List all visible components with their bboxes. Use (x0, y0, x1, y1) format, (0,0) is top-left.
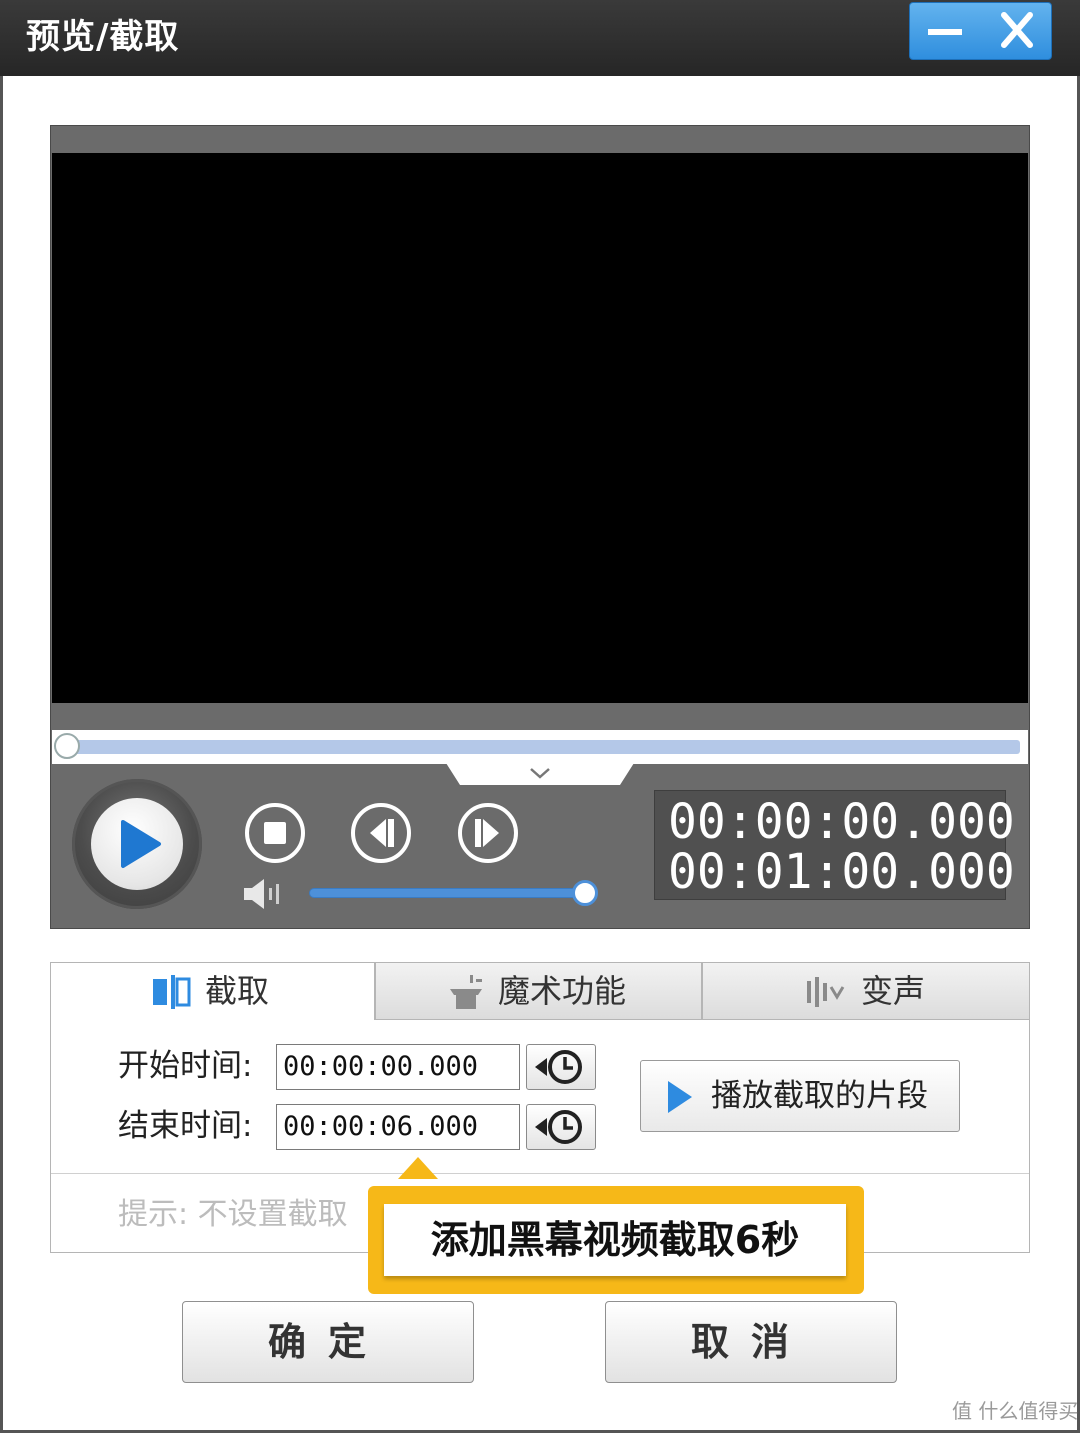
set-end-time-button[interactable] (526, 1104, 596, 1150)
panel-divider (51, 1173, 1029, 1174)
volume-icon[interactable] (242, 876, 292, 912)
tooltip-arrow (398, 1157, 438, 1179)
tab-magic-label: 魔术功能 (498, 972, 627, 1010)
tab-cut-label: 截取 (205, 972, 270, 1010)
volume-slider[interactable] (309, 888, 587, 898)
video-display[interactable] (52, 153, 1028, 703)
hint-text: 提示: 不设置截取 (118, 1197, 348, 1232)
play-icon (121, 820, 161, 868)
tooltip-text: 添加黑幕视频截取6秒 (430, 1218, 800, 1262)
progress-handle[interactable] (54, 733, 80, 759)
next-frame-icon (458, 803, 518, 863)
watermark: 值 什么值得买 (952, 1399, 1079, 1423)
total-time: 00:01:00.000 (668, 844, 1015, 900)
previous-frame-button[interactable] (350, 802, 412, 864)
window-controls (909, 2, 1052, 60)
volume-handle[interactable] (572, 880, 598, 906)
stop-icon (245, 803, 305, 863)
clock-back-icon (535, 1050, 582, 1084)
close-button[interactable] (982, 3, 1052, 59)
ok-button[interactable]: 确定 (182, 1301, 474, 1383)
stop-button[interactable] (244, 802, 306, 864)
progress-track[interactable] (58, 740, 1020, 754)
play-clip-label: 播放截取的片段 (711, 1078, 928, 1114)
clock-back-icon (535, 1110, 582, 1144)
tab-voice-change-label: 变声 (861, 972, 926, 1010)
next-frame-button[interactable] (457, 802, 519, 864)
tab-voice-change[interactable]: 变声 (702, 962, 1030, 1020)
previous-frame-icon (351, 803, 411, 863)
start-time-label: 开始时间: (118, 1048, 253, 1084)
start-time-input[interactable]: 00:00:00.000 (276, 1044, 520, 1090)
current-time: 00:00:00.000 (668, 794, 1015, 850)
cut-icon (153, 975, 191, 1009)
magic-hat-icon (450, 975, 482, 1009)
close-icon (1001, 12, 1033, 48)
cancel-button[interactable]: 取消 (605, 1301, 897, 1383)
collapse-notch[interactable] (446, 763, 634, 785)
minimize-icon (928, 29, 962, 35)
sound-wave-icon (807, 977, 845, 1007)
play-icon (668, 1081, 692, 1113)
end-time-input[interactable]: 00:00:06.000 (276, 1104, 520, 1150)
window-title: 预览/截取 (26, 17, 180, 57)
set-start-time-button[interactable] (526, 1044, 596, 1090)
minimize-button[interactable] (910, 3, 980, 59)
tab-cut[interactable]: 截取 (50, 962, 375, 1020)
play-button[interactable] (91, 798, 183, 890)
tab-magic[interactable]: 魔术功能 (375, 962, 702, 1020)
play-clip-button[interactable]: 播放截取的片段 (640, 1060, 960, 1132)
end-time-label: 结束时间: (118, 1108, 253, 1144)
